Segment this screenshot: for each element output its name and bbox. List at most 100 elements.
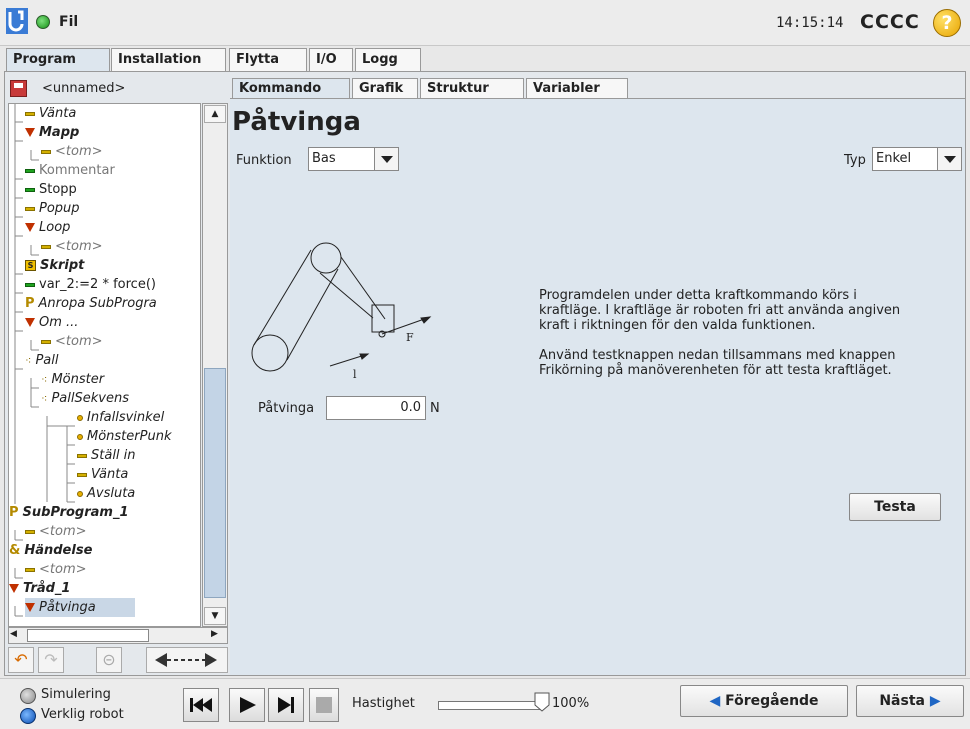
tree-item[interactable]: Mapp	[25, 123, 79, 142]
tree-item[interactable]: Vänta	[77, 465, 128, 484]
tree-item[interactable]: <tom>	[25, 560, 87, 579]
tree-item[interactable]: Kommentar	[25, 161, 115, 180]
tree-item[interactable]: Avsluta	[77, 484, 135, 503]
tab-kommando[interactable]: Kommando	[232, 78, 350, 100]
scroll-thumb[interactable]	[27, 629, 149, 642]
tree-item[interactable]: Infallsvinkel	[77, 408, 164, 427]
empty-icon	[41, 149, 51, 154]
force-description: Programdelen under detta kraftkommando k…	[539, 288, 919, 393]
stop-icon	[25, 187, 35, 192]
force-label: Påtvinga	[258, 401, 315, 416]
tab-grafik[interactable]: Grafik	[352, 78, 418, 100]
tree-toolbar: ↶ ↷ ⊝	[8, 647, 230, 675]
tree-item[interactable]: Stopp	[25, 180, 77, 199]
tree-item[interactable]: Loop	[25, 218, 70, 237]
assignment-icon	[25, 282, 35, 287]
program-tree[interactable]: Vänta Mapp <tom> Kommentar Stopp Popup L…	[8, 103, 201, 627]
tree-item[interactable]: S Skript	[25, 256, 84, 275]
scroll-up-icon[interactable]: ▲	[204, 105, 226, 123]
waypoint-icon	[77, 490, 83, 497]
description-paragraph: Använd testknappen nedan tillsammans med…	[539, 348, 896, 378]
tab-variabler[interactable]: Variabler	[526, 78, 628, 100]
funktion-value: Bas	[312, 151, 336, 166]
scroll-right-icon[interactable]: ▶	[211, 629, 218, 639]
force-input[interactable]: 0.0	[326, 396, 426, 420]
tree-item[interactable]: P Anropa SubProgra	[25, 294, 157, 313]
funktion-select[interactable]: Bas	[308, 147, 399, 171]
stop-icon	[316, 697, 332, 713]
tree-horizontal-scrollbar[interactable]: ◀ ▶	[8, 627, 228, 644]
delete-icon[interactable]: ⊝	[96, 647, 122, 673]
scroll-thumb[interactable]	[204, 368, 226, 598]
force-icon	[25, 603, 35, 612]
tab-logg[interactable]: Logg	[355, 48, 421, 72]
tree-item[interactable]: ⁖ Pall	[25, 351, 58, 370]
if-icon	[25, 318, 35, 327]
tab-io[interactable]: I/O	[309, 48, 353, 72]
redo-icon[interactable]: ↷	[38, 647, 64, 673]
help-button[interactable]: ?	[933, 9, 961, 37]
tab-struktur[interactable]: Struktur	[420, 78, 524, 100]
diagram-label-f: F	[406, 331, 414, 344]
next-button[interactable]: Nästa ▶	[856, 685, 964, 717]
scroll-left-icon[interactable]: ◀	[10, 629, 17, 639]
tree-item[interactable]: & Händelse	[9, 541, 92, 560]
wait-icon	[25, 111, 35, 116]
play-icon	[240, 697, 256, 713]
test-button[interactable]: Testa	[849, 493, 941, 521]
tree-item[interactable]: ⁖ Mönster	[41, 370, 104, 389]
arrow-right-icon: ▶	[929, 693, 941, 709]
arrow-left-icon: ◀	[709, 693, 721, 709]
tree-item[interactable]: Om ...	[25, 313, 78, 332]
stop-button[interactable]	[309, 688, 339, 722]
script-icon: S	[25, 260, 36, 271]
clock: 14:15:14	[776, 15, 844, 31]
slider-knob-icon[interactable]	[534, 692, 550, 712]
tree-item[interactable]: var_2:=2 * force()	[25, 275, 156, 294]
force-diagram: F l	[251, 242, 432, 381]
page-title: Påtvinga	[232, 107, 361, 137]
tab-installation[interactable]: Installation	[111, 48, 226, 72]
diagram-label-l: l	[353, 368, 357, 381]
play-button[interactable]	[229, 688, 265, 722]
robot-status-icon	[36, 15, 50, 29]
tree-item-selected[interactable]: Påtvinga	[25, 598, 135, 617]
robot-name: CCCC	[860, 11, 920, 33]
tree-item[interactable]: <tom>	[41, 332, 103, 351]
speed-value: 100%	[552, 696, 590, 711]
tree-vertical-scrollbar[interactable]: ▲ ▼	[202, 103, 228, 627]
previous-button[interactable]: ◀ Föregående	[680, 685, 848, 717]
chevron-down-icon	[374, 148, 398, 170]
tree-item[interactable]: ⁖ PallSekvens	[41, 389, 129, 408]
tree-item[interactable]: P SubProgram_1	[9, 503, 129, 522]
undo-icon[interactable]: ↶	[8, 647, 34, 673]
speed-fill	[439, 702, 541, 709]
chevron-down-icon	[937, 148, 961, 170]
tree-item[interactable]: Vänta	[25, 104, 76, 123]
scroll-down-icon[interactable]: ▼	[204, 607, 226, 625]
tab-program[interactable]: Program	[6, 48, 110, 73]
file-menu[interactable]: Fil	[59, 14, 78, 30]
pattern-icon: ⁖	[41, 373, 48, 386]
folder-icon	[25, 128, 35, 137]
tree-item[interactable]: <tom>	[41, 237, 103, 256]
move-cursor-button[interactable]	[146, 647, 228, 673]
step-button[interactable]	[268, 688, 304, 722]
speed-slider[interactable]	[438, 701, 542, 710]
typ-label: Typ	[844, 153, 866, 168]
waypoint-icon	[77, 433, 83, 440]
thread-icon	[9, 584, 19, 593]
tree-item[interactable]: Tråd_1	[9, 579, 70, 598]
typ-select[interactable]: Enkel	[872, 147, 962, 171]
tree-item[interactable]: MönsterPunk	[77, 427, 171, 446]
save-icon[interactable]	[10, 80, 27, 97]
tree-item[interactable]: <tom>	[41, 142, 103, 161]
tree-item[interactable]: <tom>	[25, 522, 87, 541]
empty-icon	[25, 529, 35, 534]
subprogram-icon: P	[9, 505, 19, 520]
tab-flytta[interactable]: Flytta	[229, 48, 307, 72]
speed-label: Hastighet	[352, 696, 415, 711]
tree-item[interactable]: Ställ in	[77, 446, 136, 465]
tree-item[interactable]: Popup	[25, 199, 80, 218]
rewind-button[interactable]	[183, 688, 219, 722]
